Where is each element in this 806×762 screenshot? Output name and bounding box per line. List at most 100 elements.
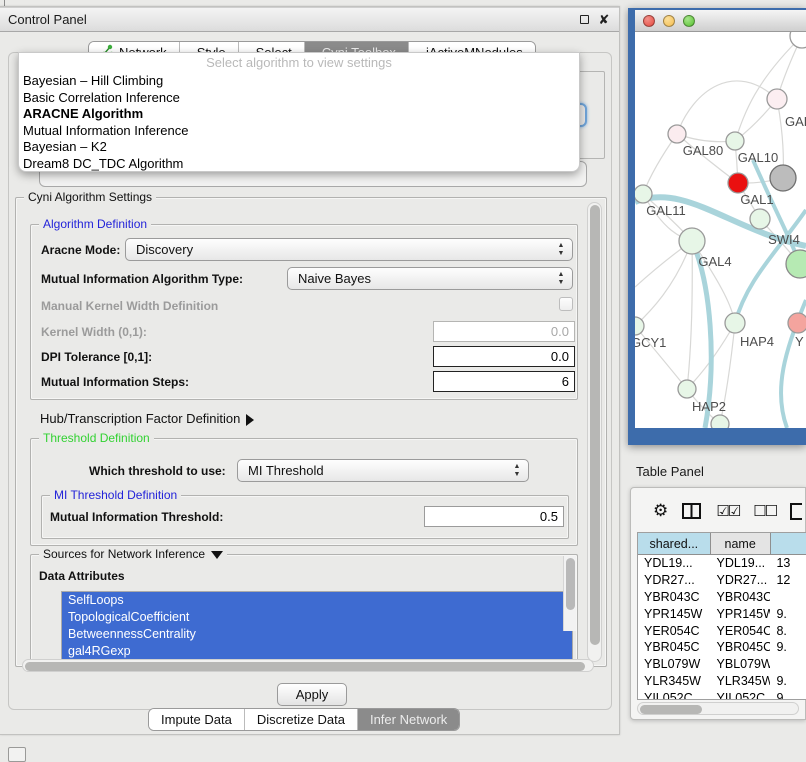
- dpi-tolerance-input[interactable]: 0.0: [433, 346, 575, 367]
- node-label-GAL80: GAL80: [683, 143, 723, 158]
- network-node-GAL4[interactable]: [679, 228, 705, 254]
- collapsed-arrow-icon: [246, 414, 254, 426]
- network-node-pink-top[interactable]: [767, 89, 787, 109]
- table-row[interactable]: YIL052C YIL052C 9.: [638, 689, 806, 700]
- table-row[interactable]: YDR27... YDR27... 12: [638, 572, 806, 589]
- cell-value: 9.: [770, 607, 806, 621]
- cell-value: 9.: [770, 674, 806, 688]
- algorithm-option[interactable]: Bayesian – Hill Climbing: [19, 73, 579, 90]
- mi-threshold-input[interactable]: 0.5: [424, 506, 564, 527]
- table-row[interactable]: YBR045C YBR045C 9.: [638, 639, 806, 656]
- node-label-GAL1: GAL1: [740, 192, 773, 207]
- aracne-mode-combo[interactable]: Discovery ▲▼: [125, 238, 573, 261]
- manual-kernel-label: Manual Kernel Width Definition: [41, 299, 218, 313]
- collapsed-panel-icon[interactable]: [8, 747, 26, 762]
- bottom-tab[interactable]: Impute Data: [149, 709, 245, 730]
- table-row[interactable]: YBL079W YBL079W: [638, 656, 806, 673]
- table-horizontal-scrollbar[interactable]: [637, 702, 799, 715]
- table-column-header[interactable]: shared...: [638, 533, 711, 554]
- network-node-SWI4[interactable]: [750, 209, 770, 229]
- network-node-big-green[interactable]: [786, 250, 806, 278]
- gear-icon[interactable]: ⚙: [653, 501, 668, 521]
- close-button[interactable]: ✘: [597, 13, 611, 27]
- network-node-GAL11[interactable]: [635, 185, 652, 203]
- deselect-all-checks-icon[interactable]: ☐☐: [753, 502, 776, 520]
- zoom-traffic-icon[interactable]: [683, 15, 695, 27]
- float-button[interactable]: [577, 13, 591, 27]
- algorithm-dropdown-popup: Select algorithm to view settings Bayesi…: [18, 52, 580, 172]
- table-row[interactable]: YER054C YER054C 8.: [638, 622, 806, 639]
- kernel-width-input[interactable]: 0.0: [433, 321, 575, 342]
- node-label-pink-top: GAL: [785, 114, 806, 129]
- bottom-tab-label: Impute Data: [161, 712, 232, 727]
- attribute-list-item[interactable]: BetweennessCentrality: [62, 626, 572, 643]
- kernel-width-label: Kernel Width (0,1):: [41, 325, 147, 339]
- network-node-gray-node[interactable]: [770, 165, 796, 191]
- control-panel-title: Control Panel: [8, 12, 87, 27]
- mi-steps-input[interactable]: 6: [433, 371, 575, 392]
- attr-list-scrollbar[interactable]: [563, 556, 576, 631]
- aracne-mode-label: Aracne Mode:: [41, 243, 120, 257]
- minimize-traffic-icon[interactable]: [663, 15, 675, 27]
- table-header-row: shared...name: [638, 533, 806, 555]
- table-panel-title: Table Panel: [636, 464, 704, 479]
- apply-button[interactable]: Apply: [277, 683, 347, 706]
- mi-steps-label: Mutual Information Steps:: [41, 375, 189, 389]
- close-traffic-icon[interactable]: [643, 15, 655, 27]
- table-column-header[interactable]: [771, 533, 806, 554]
- network-node-HAP4[interactable]: [725, 313, 745, 333]
- algorithm-option[interactable]: Basic Correlation Inference: [19, 90, 579, 107]
- table-row[interactable]: YLR345W YLR345W 9.: [638, 673, 806, 690]
- algorithm-option[interactable]: Bayesian – K2: [19, 139, 579, 156]
- bottom-tab[interactable]: Discretize Data: [245, 709, 358, 730]
- network-node-GAL80[interactable]: [668, 125, 686, 143]
- cell-name: YDR27...: [711, 573, 771, 587]
- cell-shared-name: YPR145W: [638, 607, 711, 621]
- settings-horizontal-scrollbar[interactable]: [22, 659, 594, 672]
- network-node-partial-bottom[interactable]: [711, 415, 729, 428]
- which-threshold-combo[interactable]: MI Threshold ▲▼: [237, 459, 529, 482]
- network-node-GCY1[interactable]: [635, 317, 644, 335]
- dpi-tolerance-label: DPI Tolerance [0,1]:: [41, 350, 152, 364]
- algorithm-option[interactable]: Dream8 DC_TDC Algorithm: [19, 156, 579, 173]
- attribute-list-item[interactable]: SelfLoops: [62, 592, 572, 609]
- float-icon: [580, 15, 589, 24]
- mi-type-combo[interactable]: Naive Bayes ▲▼: [287, 267, 573, 290]
- attribute-list-item[interactable]: TopologicalCoefficient: [62, 609, 572, 626]
- node-label-GCY1: GCY1: [635, 335, 666, 350]
- network-canvas[interactable]: GALGAL80GAL10GAL1GAL11SWI4GAL4GCY1HAP4YH…: [635, 32, 806, 428]
- dpi-tolerance-value: 0.0: [551, 349, 569, 364]
- mi-type-value: Naive Bayes: [298, 271, 371, 286]
- algorithm-option[interactable]: Mutual Information Inference: [19, 123, 579, 140]
- network-node-salmon[interactable]: [788, 313, 806, 333]
- table-hscroll-thumb[interactable]: [640, 705, 702, 714]
- sources-toggle[interactable]: Sources for Network Inference: [39, 547, 227, 561]
- hub-section-toggle[interactable]: Hub/Transcription Factor Definition: [40, 411, 254, 426]
- network-node-GAL1[interactable]: [728, 173, 748, 193]
- settings-vertical-scrollbar[interactable]: [587, 202, 602, 662]
- cell-name: YIL052C: [711, 691, 771, 700]
- cell-shared-name: YBR045C: [638, 640, 711, 654]
- bottom-tab[interactable]: Infer Network: [358, 709, 459, 730]
- select-all-checks-icon[interactable]: ☑☑: [716, 502, 739, 520]
- attr-scroll-thumb[interactable]: [566, 558, 575, 610]
- algorithm-option[interactable]: ARACNE Algorithm: [19, 106, 579, 123]
- table-row[interactable]: YPR145W YPR145W 9.: [638, 605, 806, 622]
- new-table-icon[interactable]: [790, 503, 802, 520]
- settings-hscroll-thumb[interactable]: [25, 662, 585, 671]
- table-row[interactable]: YBR043C YBR043C: [638, 589, 806, 606]
- table-row[interactable]: YDL19... YDL19... 13: [638, 555, 806, 572]
- dropdown-prompt: Select algorithm to view settings: [19, 55, 579, 73]
- settings-vscroll-thumb[interactable]: [590, 205, 600, 645]
- network-window-titlebar[interactable]: [635, 10, 806, 32]
- network-view-window: GALGAL80GAL10GAL1GAL11SWI4GAL4GCY1HAP4YH…: [628, 8, 806, 445]
- network-node-HAP2[interactable]: [678, 380, 696, 398]
- manual-kernel-checkbox[interactable]: [559, 297, 573, 311]
- columns-icon[interactable]: [682, 503, 702, 520]
- which-threshold-value: MI Threshold: [248, 463, 324, 478]
- data-attributes-list[interactable]: SelfLoopsTopologicalCoefficientBetweenne…: [61, 591, 573, 668]
- network-node-GAL10[interactable]: [726, 132, 744, 150]
- table-column-header[interactable]: name: [711, 533, 771, 554]
- attribute-list-item[interactable]: gal4RGexp: [62, 643, 572, 660]
- cell-name: YBL079W: [711, 657, 771, 671]
